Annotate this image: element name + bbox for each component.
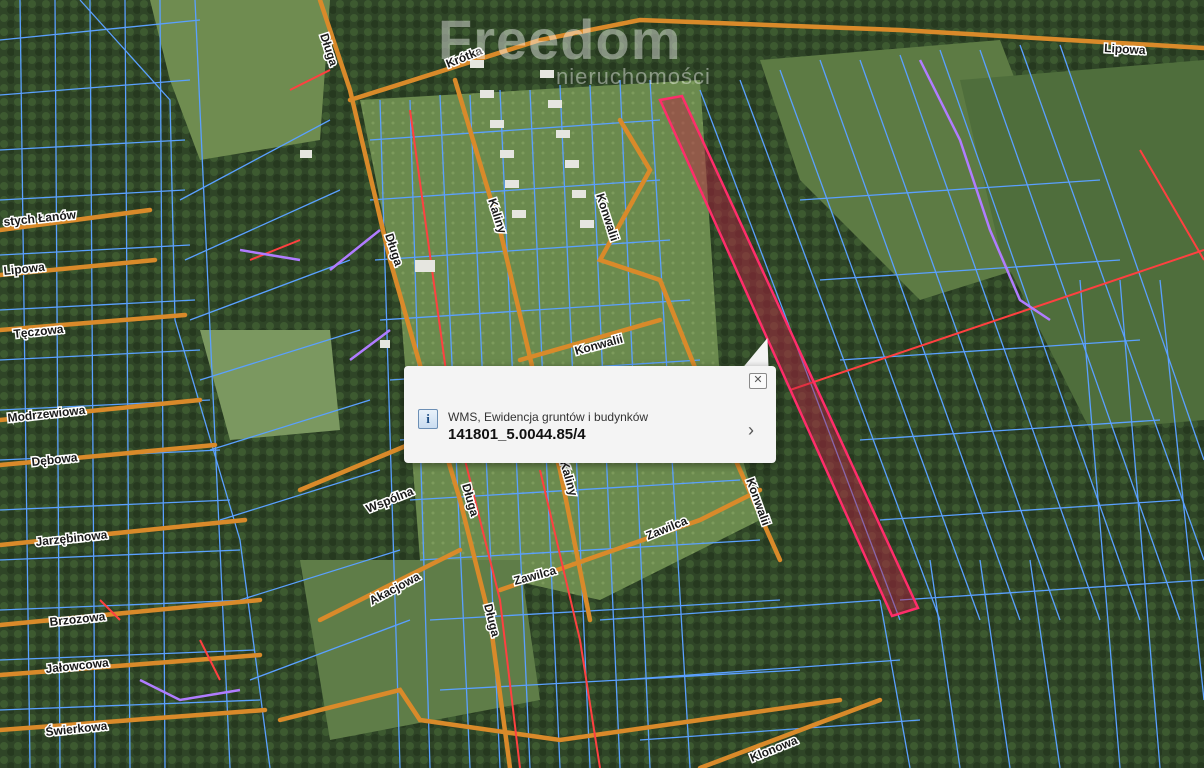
info-icon: i	[418, 409, 438, 429]
parcel-id[interactable]: 141801_5.0044.85/4	[448, 426, 586, 443]
popup-source: WMS, Ewidencja gruntów i budynków	[448, 410, 649, 424]
chevron-right-icon[interactable]: ›	[748, 420, 754, 441]
feature-info-popup: ✕ i WMS, Ewidencja gruntów i budynków 14…	[404, 366, 776, 463]
close-icon[interactable]: ✕	[749, 373, 767, 389]
street-label: Lipowa	[1104, 41, 1146, 57]
